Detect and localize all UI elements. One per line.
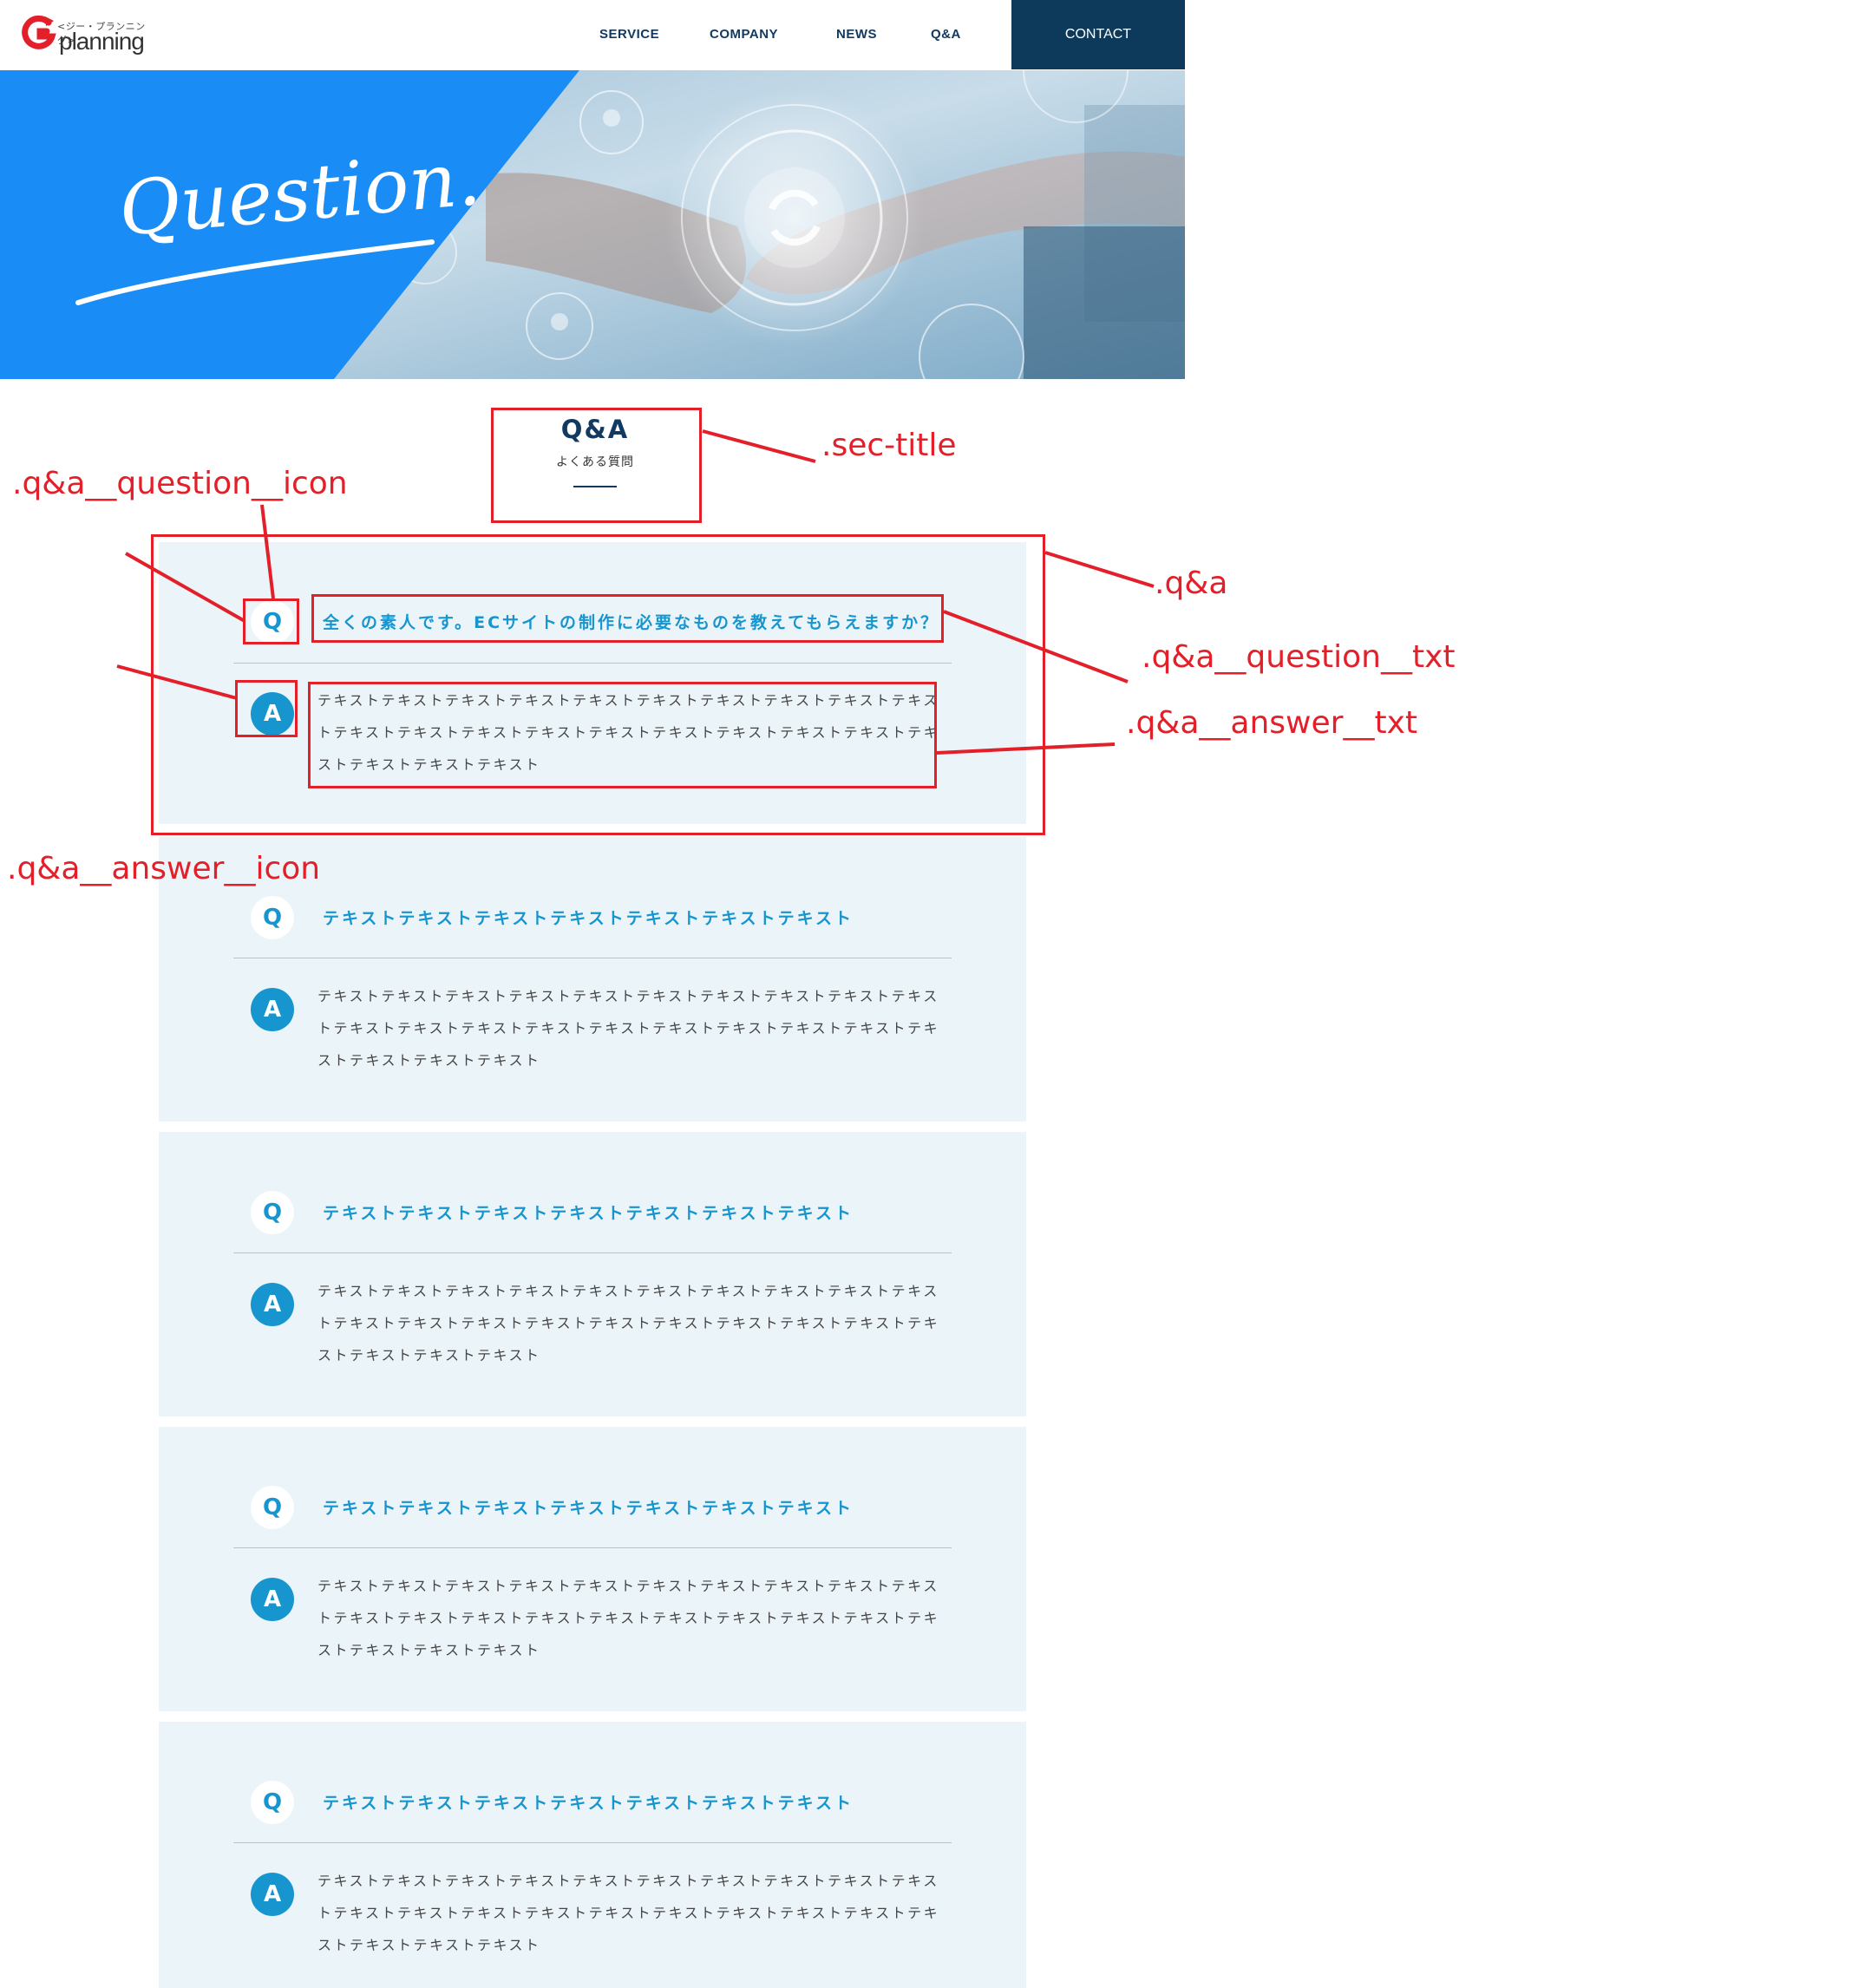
logo-g-icon bbox=[22, 15, 56, 49]
qa-card: Q テキストテキストテキストテキストテキストテキストテキスト A テキストテキス… bbox=[159, 1722, 1026, 1988]
question-icon: Q bbox=[251, 896, 294, 939]
qa-divider bbox=[233, 1842, 952, 1843]
question-icon: Q bbox=[251, 1486, 294, 1529]
nav-news[interactable]: NEWS bbox=[836, 27, 877, 42]
annotation-label-question-txt: .q&a__question__txt bbox=[1142, 639, 1456, 675]
answer-text: テキストテキストテキストテキストテキストテキストテキストテキストテキストテキスト… bbox=[317, 988, 940, 1069]
answer-text: テキストテキストテキストテキストテキストテキストテキストテキストテキストテキスト… bbox=[317, 1283, 940, 1363]
answer-icon: A bbox=[251, 1283, 294, 1326]
annotation-label-qa: .q&a bbox=[1155, 566, 1228, 601]
site-header: <ジー・プランニング> planning SERVICE COMPANY NEW… bbox=[0, 0, 1185, 70]
nav-qa[interactable]: Q&A bbox=[931, 27, 961, 42]
answer-text: テキストテキストテキストテキストテキストテキストテキストテキストテキストテキスト… bbox=[317, 1873, 940, 1953]
question-text: テキストテキストテキストテキストテキストテキストテキスト bbox=[323, 1499, 854, 1518]
qa-card: Q テキストテキストテキストテキストテキストテキストテキスト A テキストテキス… bbox=[159, 1427, 1026, 1711]
annotation-box-sec-title bbox=[491, 408, 702, 523]
qa-divider bbox=[233, 1547, 952, 1548]
answer-icon: A bbox=[251, 988, 294, 1031]
annotation-box-answer-icon bbox=[235, 680, 298, 737]
annotation-label-question-icon: .q&a__question__icon bbox=[12, 466, 348, 501]
hero-image: Question. bbox=[0, 70, 1185, 379]
answer-icon: A bbox=[251, 1873, 294, 1916]
qa-card: Q テキストテキストテキストテキストテキストテキストテキスト A テキストテキス… bbox=[159, 1132, 1026, 1416]
question-text: テキストテキストテキストテキストテキストテキストテキスト bbox=[323, 1794, 854, 1813]
annotation-label-answer-icon: .q&a__answer__icon bbox=[7, 851, 321, 886]
question-text: テキストテキストテキストテキストテキストテキストテキスト bbox=[323, 1204, 854, 1223]
question-icon: Q bbox=[251, 1191, 294, 1234]
logo-word: planning bbox=[59, 28, 145, 55]
site-logo[interactable]: <ジー・プランニング> planning bbox=[19, 12, 149, 57]
contact-button[interactable]: CONTACT bbox=[1011, 0, 1185, 69]
question-icon: Q bbox=[251, 1781, 294, 1824]
answer-text: テキストテキストテキストテキストテキストテキストテキストテキストテキストテキスト… bbox=[317, 1578, 940, 1658]
question-text: テキストテキストテキストテキストテキストテキストテキスト bbox=[323, 909, 854, 928]
qa-divider bbox=[233, 1252, 952, 1253]
annotation-box-question-txt bbox=[311, 594, 944, 643]
website-page: <ジー・プランニング> planning SERVICE COMPANY NEW… bbox=[0, 0, 1185, 1988]
annotation-box-answer-txt bbox=[308, 682, 937, 788]
nav-company[interactable]: COMPANY bbox=[710, 27, 778, 42]
answer-icon: A bbox=[251, 1578, 294, 1621]
annotation-label-answer-txt: .q&a__answer__txt bbox=[1126, 705, 1417, 741]
annotation-box-question-icon bbox=[243, 598, 299, 644]
hero-banner: Question. bbox=[0, 70, 1185, 379]
nav-service[interactable]: SERVICE bbox=[599, 27, 659, 42]
annotation-label-sec-title: .sec-title bbox=[821, 428, 957, 463]
